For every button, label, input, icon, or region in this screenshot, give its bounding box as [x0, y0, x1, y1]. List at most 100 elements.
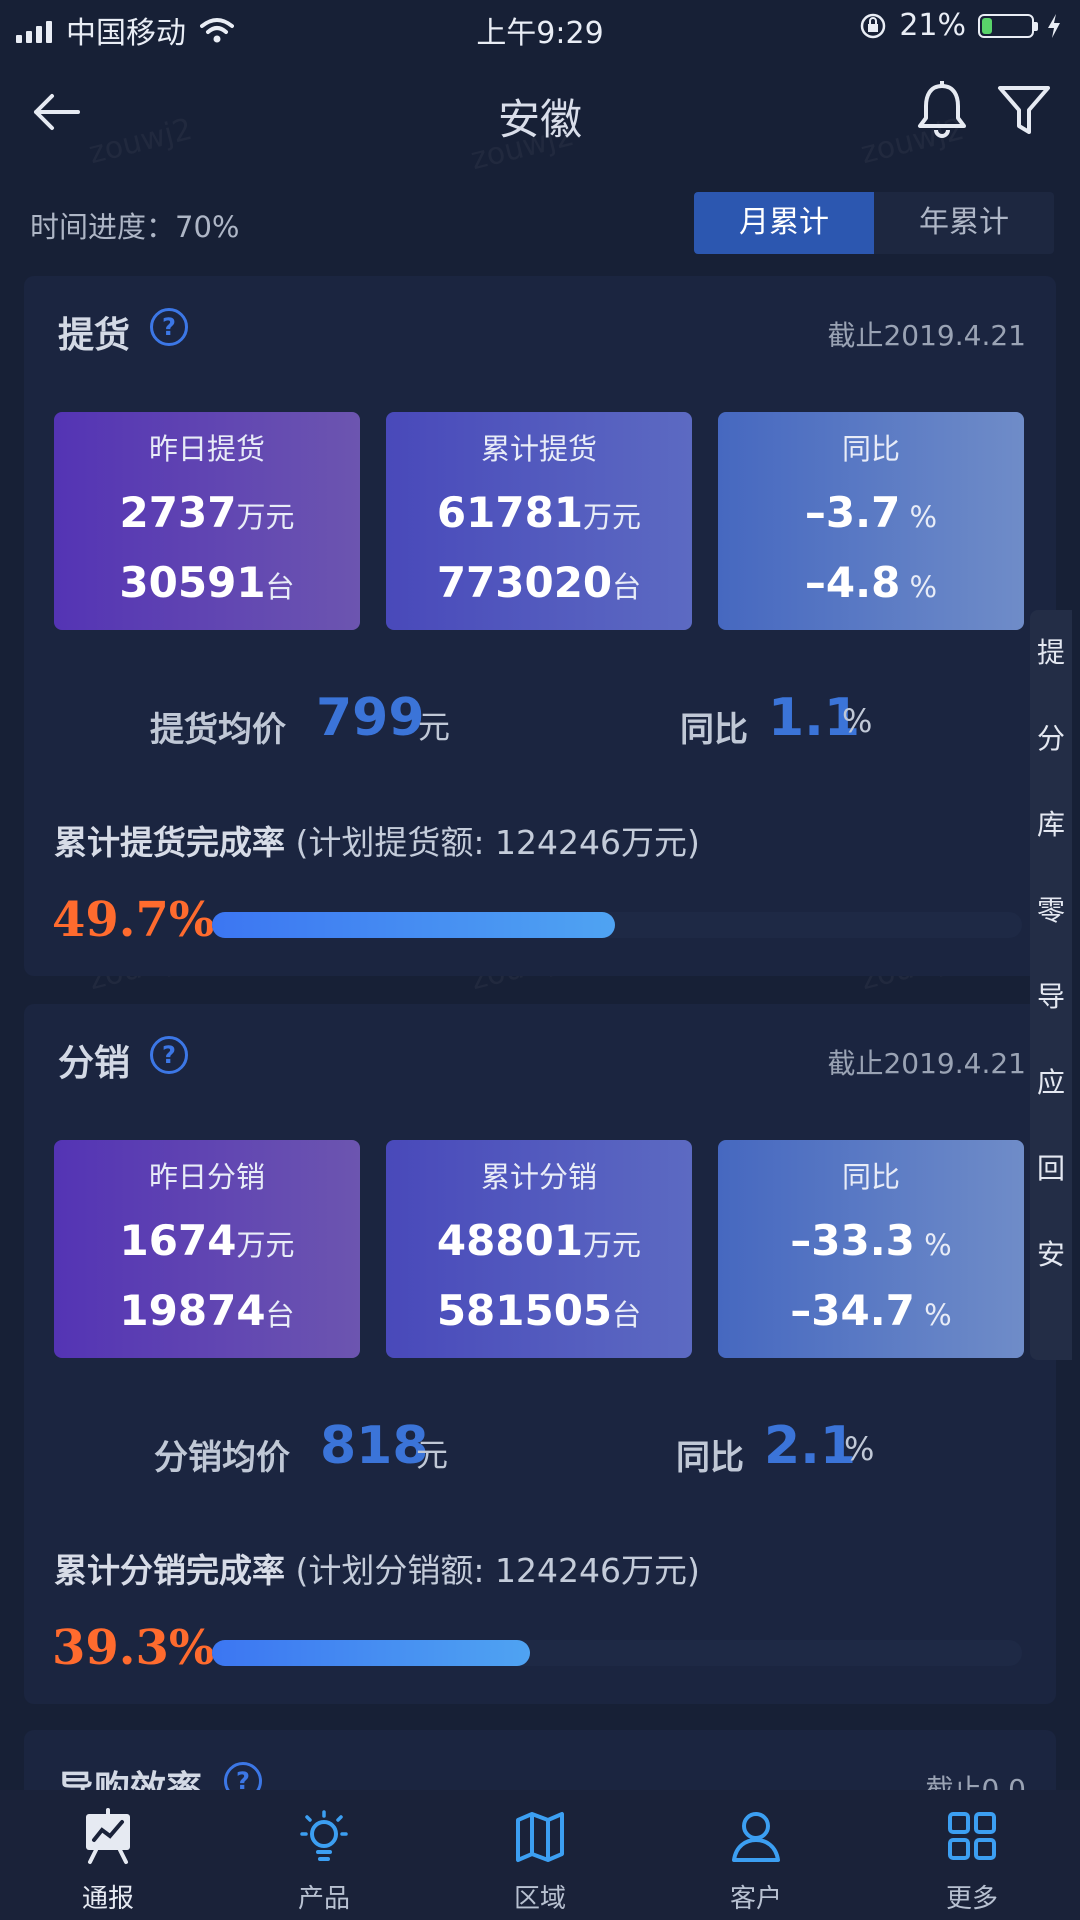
card-date: 截止2019.4.21	[827, 319, 1026, 352]
section-index-sidebar: 提 分 库 零 导 应 回 安	[1030, 610, 1072, 1360]
sidebar-item-retail[interactable]: 零	[1030, 868, 1072, 954]
stat-cumulative-distribution[interactable]: 累计分销 48801万元 581505台	[386, 1140, 692, 1358]
rotation-lock-icon	[861, 13, 886, 38]
avg-price-label: 提货均价	[150, 710, 286, 750]
nav-bar: 安徽	[0, 56, 1080, 168]
stat-unit: 台	[612, 1298, 642, 1332]
stat-value: 581505	[436, 1286, 613, 1335]
stat-value: 61781	[436, 488, 584, 537]
stat-unit: 台	[265, 570, 295, 604]
help-icon[interactable]: ?	[224, 1762, 262, 1790]
sidebar-item-payback[interactable]: 回	[1030, 1126, 1072, 1212]
avg-price-value: 818	[320, 1416, 429, 1476]
progress-fill	[212, 912, 615, 938]
avg-price-unit: 元	[418, 708, 451, 746]
filter-icon[interactable]	[996, 82, 1052, 138]
bottom-tab-bar: 通报 产品 区域 客户 更多	[0, 1790, 1080, 1920]
card-title: 导购效率	[58, 1769, 203, 1790]
stat-unit: %	[914, 1298, 952, 1332]
sidebar-item-receivable[interactable]: 应	[1030, 1040, 1072, 1126]
stat-value: 1674	[119, 1216, 237, 1265]
stat-label: 同比	[841, 1160, 900, 1194]
tab-products[interactable]: 产品	[216, 1790, 432, 1920]
sidebar-item-guide[interactable]: 导	[1030, 954, 1072, 1040]
yoy-unit: %	[844, 1430, 875, 1468]
stat-unit: 万元	[236, 1228, 295, 1262]
tab-year-cumulative[interactable]: 年累计	[874, 192, 1054, 254]
sidebar-item-inventory[interactable]: 库	[1030, 782, 1072, 868]
stat-unit: %	[900, 570, 938, 604]
card-date: 截止2019.4.21	[827, 1047, 1026, 1080]
tab-label: 客户	[729, 1884, 782, 1914]
charging-icon	[1048, 13, 1060, 38]
avg-price-label: 分销均价	[154, 1438, 290, 1478]
help-icon[interactable]: ?	[150, 308, 188, 346]
stat-cumulative-pickup[interactable]: 累计提货 61781万元 773020台	[386, 412, 692, 630]
lightbulb-icon	[300, 1810, 348, 1861]
pickup-card: 提货 ? 截止2019.4.21 昨日提货 2737万元 30591台 累计提货…	[24, 276, 1056, 976]
bell-icon[interactable]	[914, 80, 970, 140]
distribution-card: 分销 ? 截止2019.4.21 昨日分销 1674万元 19874台 累计分销…	[24, 1004, 1056, 1704]
yoy-value: 2.1	[764, 1416, 857, 1476]
stat-label: 昨日分销	[148, 1160, 265, 1194]
stat-value: 19874	[119, 1286, 266, 1335]
rate-plan: (计划分销额: 124246万元)	[295, 1551, 700, 1590]
stat-unit: %	[914, 1228, 952, 1262]
yoy-unit: %	[842, 702, 873, 740]
tab-more[interactable]: 更多	[864, 1790, 1080, 1920]
user-icon	[732, 1812, 780, 1862]
progress-fill	[212, 1640, 531, 1666]
report-chart-icon	[86, 1808, 130, 1864]
tab-label: 区域	[513, 1884, 566, 1914]
tab-label: 更多	[945, 1884, 998, 1914]
stat-value: 2737	[119, 488, 237, 537]
avg-price-value: 799	[316, 688, 425, 748]
stat-label: 同比	[841, 432, 900, 466]
stat-yoy-pickup[interactable]: 同比 –3.7 % –4.8 %	[718, 412, 1024, 630]
stat-label: 昨日提货	[148, 432, 265, 466]
sidebar-item-install[interactable]: 安	[1030, 1212, 1072, 1298]
map-icon	[516, 1812, 564, 1862]
stat-unit: %	[900, 500, 938, 534]
period-row: 时间进度：70% 月累计 年累计	[0, 168, 1080, 258]
stat-value: –34.7	[790, 1286, 915, 1335]
battery-percent: 21%	[899, 8, 966, 43]
yoy-label: 同比	[680, 710, 748, 750]
sidebar-item-pickup[interactable]: 提	[1030, 610, 1072, 696]
tab-label: 通报	[81, 1884, 134, 1914]
stat-unit: 台	[265, 1298, 295, 1332]
stat-value: –4.8	[804, 558, 901, 607]
stat-value: –33.3	[790, 1216, 915, 1265]
tab-region[interactable]: 区域	[432, 1790, 648, 1920]
stat-unit: 台	[612, 570, 642, 604]
completion-rate-title: 累计分销完成率 (计划分销额: 124246万元)	[54, 1544, 700, 1592]
tab-customers[interactable]: 客户	[648, 1790, 864, 1920]
stat-value: 30591	[119, 558, 266, 607]
average-price-row: 分销均价 818 元 同比 2.1 %	[24, 1416, 1056, 1486]
stat-label: 累计分销	[480, 1160, 597, 1194]
time-progress: 时间进度：70%	[30, 210, 240, 244]
completion-rate-title: 累计提货完成率 (计划提货额: 124246万元)	[54, 816, 700, 864]
stat-value: –3.7	[804, 488, 901, 537]
stat-yesterday-distribution[interactable]: 昨日分销 1674万元 19874台	[54, 1140, 360, 1358]
stat-value: 773020	[436, 558, 613, 607]
completion-rate-percent: 39.3%	[52, 1620, 215, 1676]
completion-rate-percent: 49.7%	[52, 892, 215, 948]
tab-month-cumulative[interactable]: 月累计	[694, 192, 874, 254]
stat-yesterday-pickup[interactable]: 昨日提货 2737万元 30591台	[54, 412, 360, 630]
completion-progress-bar	[212, 912, 1022, 938]
tab-report[interactable]: 通报	[0, 1790, 216, 1920]
stat-unit: 万元	[583, 500, 642, 534]
sidebar-item-distribution[interactable]: 分	[1030, 696, 1072, 782]
stat-label: 累计提货	[480, 432, 597, 466]
help-icon[interactable]: ?	[150, 1036, 188, 1074]
stat-yoy-distribution[interactable]: 同比 –33.3 % –34.7 %	[718, 1140, 1024, 1358]
stat-unit: 万元	[583, 1228, 642, 1262]
completion-progress-bar	[212, 1640, 1022, 1666]
stat-value: 48801	[436, 1216, 584, 1265]
average-price-row: 提货均价 799 元 同比 1.1 %	[24, 688, 1056, 758]
period-toggle: 月累计 年累计	[694, 192, 1054, 254]
guide-efficiency-card: 导购效率 ? 截止0.0	[24, 1730, 1056, 1790]
grid-icon	[948, 1812, 996, 1860]
battery-icon	[978, 13, 1038, 38]
